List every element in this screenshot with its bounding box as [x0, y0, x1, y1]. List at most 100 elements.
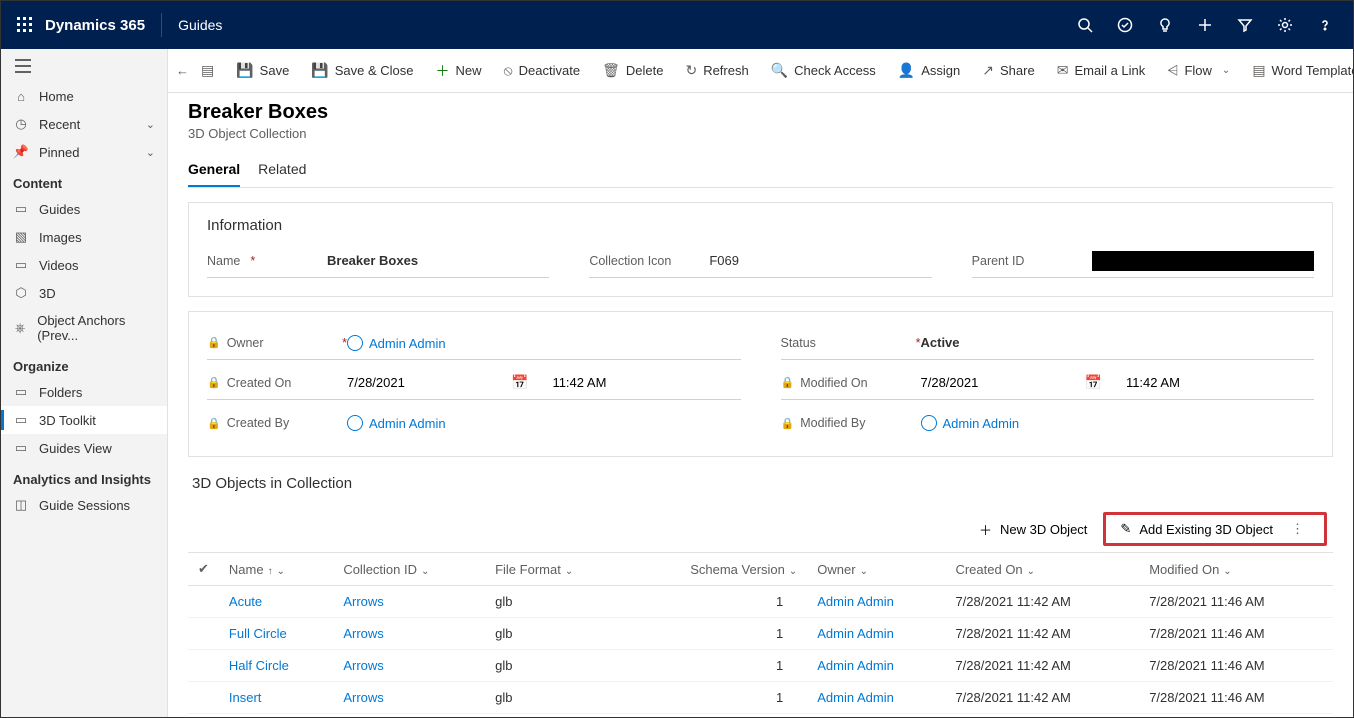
sidebar-item-folders[interactable]: ▭Folders	[1, 378, 167, 406]
sidebar-item-guides[interactable]: ▭Guides	[1, 195, 167, 223]
user-link[interactable]: Admin Admin	[921, 415, 1315, 431]
field-collection-icon[interactable]: Collection Icon F069	[589, 244, 931, 278]
gear-icon[interactable]	[1265, 1, 1305, 49]
object-link[interactable]: Acute	[229, 594, 262, 609]
col-created-on[interactable]: Created On⌄	[945, 553, 1139, 586]
sidebar-item-anchors[interactable]: ⎈Object Anchors (Prev...	[1, 307, 167, 349]
col-modified-on[interactable]: Modified On⌄	[1139, 553, 1333, 586]
sidebar-item-3d-toolkit[interactable]: ▭3D Toolkit	[1, 406, 167, 434]
word-templates-button[interactable]: ▤Word Templates⌄	[1242, 56, 1353, 85]
col-name[interactable]: Name↑⌄	[219, 553, 333, 586]
share-button[interactable]: ↗Share	[972, 56, 1044, 85]
cell-format: glb	[485, 650, 625, 682]
cell-name: Acute	[219, 586, 333, 618]
brand-title[interactable]: Dynamics 365	[41, 17, 157, 34]
sidebar-item-label: Guides	[39, 202, 80, 217]
row-select[interactable]	[188, 586, 219, 618]
tab-general[interactable]: General	[188, 155, 240, 187]
lightbulb-icon[interactable]	[1145, 1, 1185, 49]
field-status[interactable]: Status* Active	[781, 326, 1315, 360]
object-link[interactable]: Insert	[229, 690, 262, 705]
sidebar-item-label: Guides View	[39, 441, 112, 456]
collection-link[interactable]: Arrows	[343, 658, 383, 673]
chevron-down-icon: ⌄	[146, 118, 155, 131]
refresh-button[interactable]: ↻Refresh	[675, 56, 758, 85]
col-schema-version[interactable]: Schema Version⌄	[625, 553, 807, 586]
cell-collection: Arrows	[333, 586, 485, 618]
deactivate-button[interactable]: ⦸Deactivate	[494, 56, 591, 85]
chevron-down-icon: ⌄	[146, 146, 155, 159]
more-vertical-icon[interactable]: ⋮	[1285, 521, 1310, 537]
sidebar-item-pinned[interactable]: 📌Pinned⌄	[1, 138, 167, 166]
add-icon[interactable]	[1185, 1, 1225, 49]
flow-icon: ⩤	[1167, 62, 1178, 79]
search-icon[interactable]	[1065, 1, 1105, 49]
app-launcher-icon[interactable]	[9, 17, 41, 33]
tab-strip: General Related	[188, 155, 1333, 188]
owner-link[interactable]: Admin Admin	[817, 658, 894, 673]
folder-icon: ▭	[13, 440, 29, 456]
table-row[interactable]: AcuteArrowsglb1Admin Admin7/28/2021 11:4…	[188, 586, 1333, 618]
sidebar: ⌂Home ◷Recent⌄ 📌Pinned⌄ Content ▭Guides …	[1, 49, 168, 717]
collection-link[interactable]: Arrows	[343, 690, 383, 705]
collection-link[interactable]: Arrows	[343, 626, 383, 641]
email-link-button[interactable]: ✉Email a Link	[1047, 56, 1156, 85]
table-row[interactable]: Half CircleArrowsglb1Admin Admin7/28/202…	[188, 650, 1333, 682]
field-owner[interactable]: 🔒Owner* Admin Admin	[207, 326, 741, 360]
word-icon: ▤	[1252, 62, 1265, 79]
table-row[interactable]: Full CircleArrowsglb1Admin Admin7/28/202…	[188, 618, 1333, 650]
col-select[interactable]: ✔	[188, 553, 219, 586]
cell-schema: 1	[625, 650, 807, 682]
field-label: 🔒Modified By	[781, 416, 921, 430]
field-value: Active	[921, 335, 1315, 350]
sidebar-item-images[interactable]: ▧Images	[1, 223, 167, 251]
col-file-format[interactable]: File Format⌄	[485, 553, 625, 586]
cmd-label: Share	[1000, 63, 1035, 78]
back-button[interactable]: ←	[176, 63, 189, 78]
col-owner[interactable]: Owner⌄	[807, 553, 945, 586]
object-link[interactable]: Half Circle	[229, 658, 289, 673]
filter-icon[interactable]	[1225, 1, 1265, 49]
new-button[interactable]: ＋New	[426, 55, 492, 87]
field-value: Breaker Boxes	[327, 253, 549, 268]
cell-format: glb	[485, 618, 625, 650]
check-access-button[interactable]: 🔍Check Access	[761, 56, 886, 85]
form-selector-button[interactable]: ▤	[191, 56, 224, 85]
sidebar-item-label: Videos	[39, 258, 79, 273]
sidebar-item-label: Pinned	[39, 145, 79, 160]
sidebar-item-recent[interactable]: ◷Recent⌄	[1, 110, 167, 138]
row-select[interactable]	[188, 618, 219, 650]
redacted-value	[1092, 251, 1314, 271]
assign-button[interactable]: 👤Assign	[888, 56, 970, 85]
app-name[interactable]: Guides	[166, 17, 234, 33]
save-close-button[interactable]: 💾Save & Close	[301, 56, 423, 85]
owner-link[interactable]: Admin Admin	[817, 594, 894, 609]
object-link[interactable]: Full Circle	[229, 626, 287, 641]
user-link[interactable]: Admin Admin	[347, 415, 741, 431]
chevron-down-icon: ⌄	[277, 566, 285, 577]
owner-link[interactable]: Admin Admin	[347, 335, 741, 351]
field-parent-id[interactable]: Parent ID	[972, 244, 1314, 278]
sidebar-item-3d[interactable]: ⬡3D	[1, 279, 167, 307]
add-existing-3d-object-button[interactable]: ✎Add Existing 3D Object⋮	[1103, 512, 1327, 546]
sidebar-item-guide-sessions[interactable]: ◫Guide Sessions	[1, 491, 167, 519]
delete-button[interactable]: 🗑Delete	[592, 56, 673, 85]
owner-link[interactable]: Admin Admin	[817, 690, 894, 705]
new-3d-object-button[interactable]: ＋New 3D Object	[967, 514, 1099, 545]
field-name[interactable]: Name* Breaker Boxes	[207, 244, 549, 278]
help-icon[interactable]	[1305, 1, 1345, 49]
save-button[interactable]: 💾Save	[226, 56, 299, 85]
collection-link[interactable]: Arrows	[343, 594, 383, 609]
row-select[interactable]	[188, 682, 219, 714]
sidebar-item-home[interactable]: ⌂Home	[1, 83, 167, 110]
table-row[interactable]: InsertArrowsglb1Admin Admin7/28/2021 11:…	[188, 682, 1333, 714]
owner-link[interactable]: Admin Admin	[817, 626, 894, 641]
col-collection-id[interactable]: Collection ID⌄	[333, 553, 485, 586]
sidebar-item-videos[interactable]: ▭Videos	[1, 251, 167, 279]
hamburger-icon[interactable]	[1, 49, 167, 83]
tab-related[interactable]: Related	[258, 155, 306, 187]
task-icon[interactable]	[1105, 1, 1145, 49]
sidebar-item-guides-view[interactable]: ▭ Guides View	[1, 434, 167, 462]
flow-button[interactable]: ⩤Flow⌄	[1157, 56, 1240, 85]
row-select[interactable]	[188, 650, 219, 682]
